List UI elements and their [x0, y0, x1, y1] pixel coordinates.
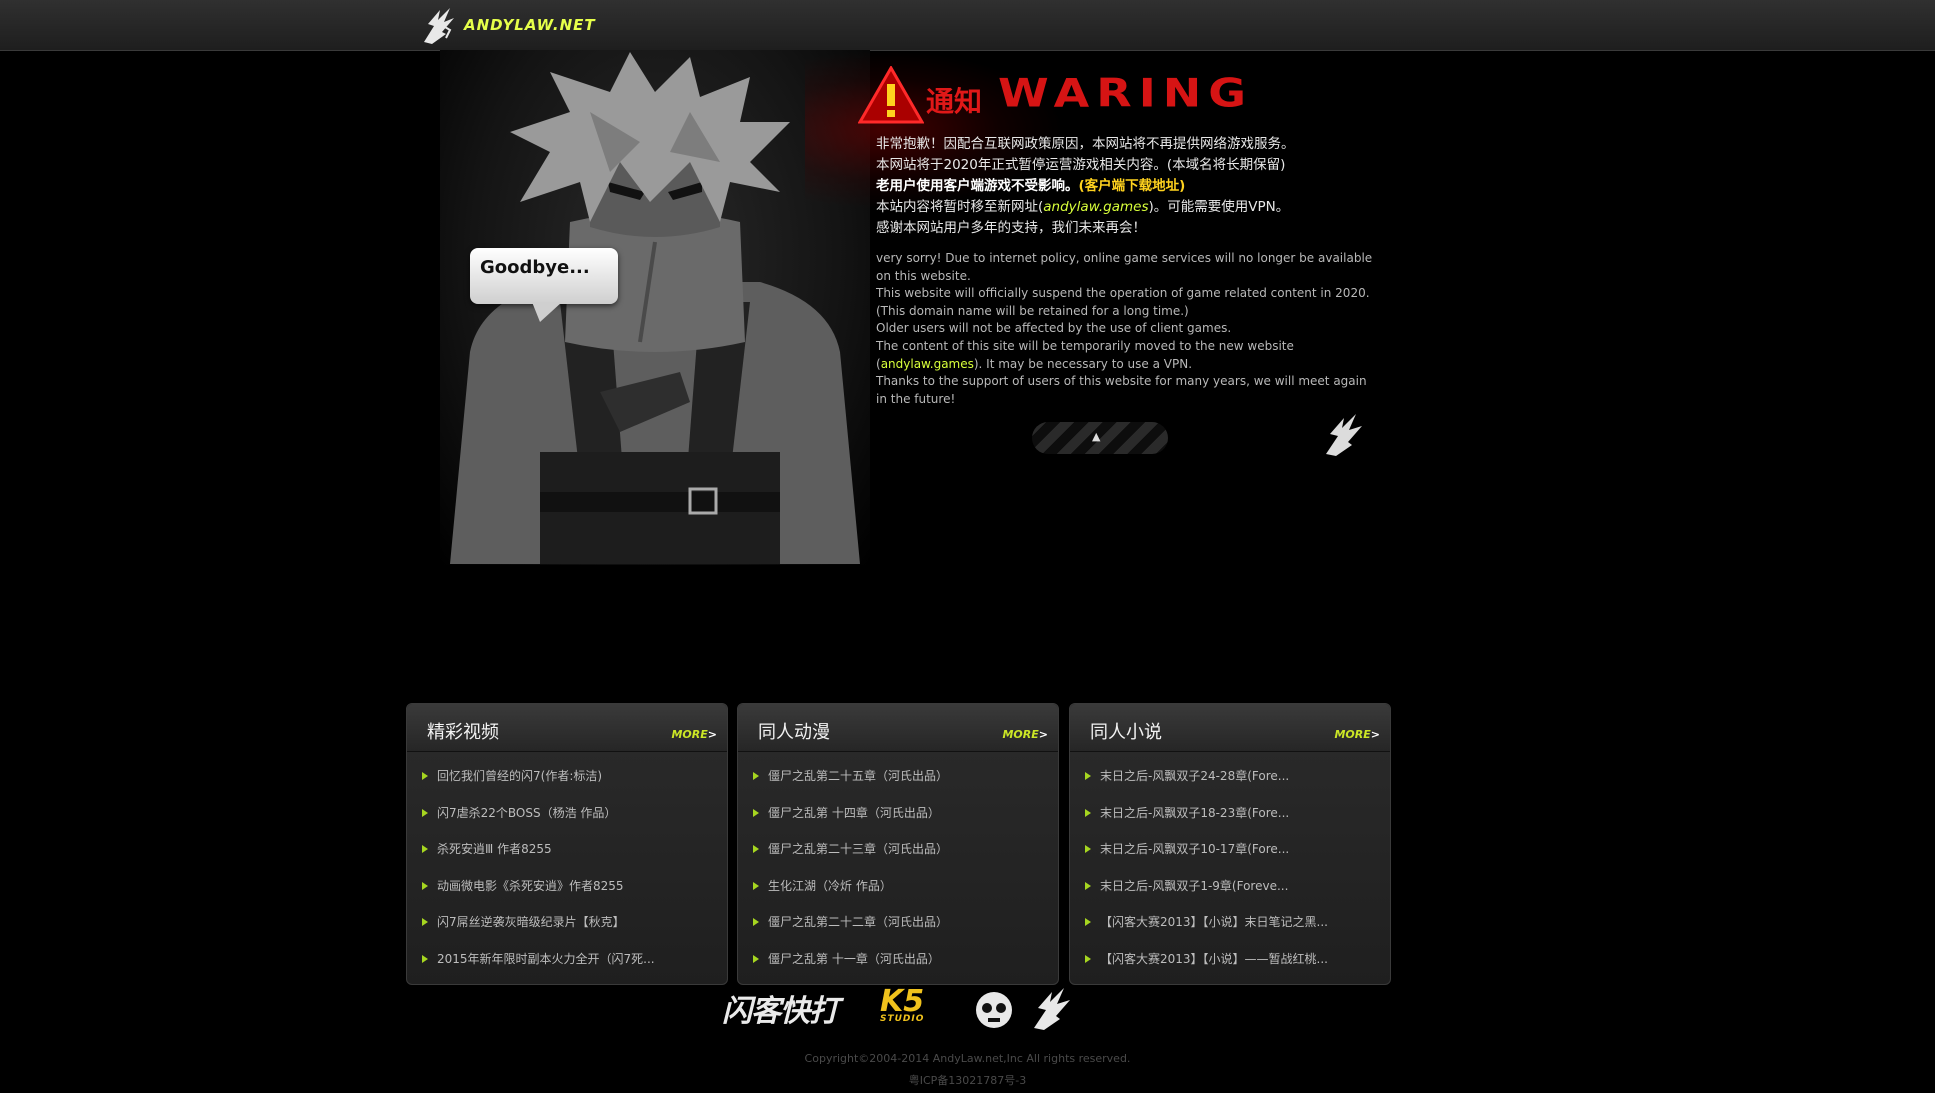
andylaw-mascot-icon [1326, 414, 1362, 456]
list-item[interactable]: 闪7虐杀22个BOSS（杨浩 作品） [407, 795, 727, 832]
top-bar: ANDYLAW.NET [0, 0, 1935, 51]
andylaw-logo-icon [424, 8, 454, 44]
cn-line: 老用户使用客户端游戏不受影响。(客户端下载地址) [876, 176, 1376, 197]
more-arrow-icon: > [707, 728, 717, 741]
panel-comics: 同人动漫 MORE> 僵尸之乱第二十五章（河氏出品） 僵尸之乱第 十四章（河氏出… [737, 703, 1059, 985]
list-item[interactable]: 僵尸之乱第二十二章（河氏出品） [738, 904, 1058, 941]
panel-header: 同人小说 MORE> [1070, 704, 1390, 752]
en-line: This website will officially suspend the… [876, 286, 1370, 301]
up-arrow-icon: ▲ [1092, 430, 1101, 443]
copyright-text: Copyright©2004-2014 AndyLaw.net,Inc All … [804, 1052, 1131, 1065]
more-arrow-icon: > [1038, 728, 1048, 741]
more-text: MORE [1002, 728, 1039, 741]
more-link[interactable]: MORE> [1334, 728, 1380, 741]
list-item[interactable]: 僵尸之乱第二十五章（河氏出品） [738, 758, 1058, 795]
notice-text-en: very sorry! Due to internet policy, onli… [876, 250, 1376, 408]
list-item[interactable]: 杀死安逍Ⅲ 作者8255 [407, 831, 727, 868]
new-site-link-en[interactable]: andylaw.games [881, 357, 974, 371]
en-line: very sorry! Due to internet policy, onli… [876, 251, 1373, 283]
video-list: 回忆我们曾经的闪7(作者:标洁) 闪7虐杀22个BOSS（杨浩 作品） 杀死安逍… [407, 758, 727, 977]
cn-line: 本网站将于2020年正式暂停运营游戏相关内容。(本域名将长期保留) [876, 157, 1286, 173]
panel-title: 同人动漫 [758, 722, 830, 743]
comic-list: 僵尸之乱第二十五章（河氏出品） 僵尸之乱第 十四章（河氏出品） 僵尸之乱第二十三… [738, 758, 1058, 977]
list-item[interactable]: 僵尸之乱第二十三章（河氏出品） [738, 831, 1058, 868]
panel-header: 精彩视频 MORE> [407, 704, 727, 752]
partner-logos: 闪客快打 K5 STUDIO [720, 982, 1090, 1032]
list-item[interactable]: 末日之后-风飘双子18-23章(Fore... [1070, 795, 1390, 832]
more-arrow-icon: > [1370, 728, 1380, 741]
panel-title: 同人小说 [1090, 722, 1162, 743]
panel-header: 同人动漫 MORE> [738, 704, 1058, 752]
icp-text[interactable]: 粤ICP备13021787号-3 [0, 1072, 1935, 1088]
more-text: MORE [1334, 728, 1371, 741]
list-item[interactable]: 末日之后-风飘双子24-28章(Fore... [1070, 758, 1390, 795]
en-line: (This domain name will be retained for a… [876, 303, 1189, 318]
list-item[interactable]: 【闪客大赛2013】【小说】末日笔记之黑... [1070, 904, 1390, 941]
speech-bubble: Goodbye... [470, 248, 618, 322]
panel-videos: 精彩视频 MORE> 回忆我们曾经的闪7(作者:标洁) 闪7虐杀22个BOSS（… [406, 703, 728, 985]
k5-studio-logo[interactable]: K5 STUDIO [880, 984, 924, 1024]
en-line: Older users will not be affected by the … [876, 321, 1232, 336]
en-line: Thanks to the support of users of this w… [876, 374, 1367, 406]
cn-line: 非常抱歉！因配合互联网政策原因，本网站将不再提供网络游戏服务。 [876, 136, 1295, 152]
list-item[interactable]: 僵尸之乱第 十四章（河氏出品） [738, 795, 1058, 832]
client-users-text: 老用户使用客户端游戏不受影响。 [876, 178, 1079, 194]
list-item[interactable]: 【闪客大赛2013】【小说】——暂战红桃... [1070, 941, 1390, 978]
list-item[interactable]: 回忆我们曾经的闪7(作者:标洁) [407, 758, 727, 795]
skull-icon[interactable] [974, 990, 1014, 1030]
notice-heading-cn: 通知 [926, 85, 983, 118]
list-item[interactable]: 2015年新年限时副本火力全开（闪7死... [407, 941, 727, 978]
andylaw-footer-icon[interactable] [1030, 984, 1076, 1032]
bubble-text: Goodbye... [480, 257, 590, 278]
more-text: MORE [671, 728, 708, 741]
cn-line: 感谢本网站用户多年的支持，我们未来再会！ [876, 220, 1146, 236]
more-link[interactable]: MORE> [1002, 728, 1048, 741]
novel-list: 末日之后-风飘双子24-28章(Fore... 末日之后-风飘双子18-23章(… [1070, 758, 1390, 977]
cn-line: 本站内容将暂时移至新网址(andylaw.games)。可能需要使用VPN。 [876, 197, 1376, 218]
cn-text: 本站内容将暂时移至新网址( [876, 199, 1044, 215]
client-download-link[interactable]: (客户端下载地址) [1079, 178, 1186, 194]
list-item[interactable]: 僵尸之乱第 十一章（河氏出品） [738, 941, 1058, 978]
list-item[interactable]: 动画微电影《杀死安逍》作者8255 [407, 868, 727, 905]
list-item[interactable]: 末日之后-风飘双子1-9章(Foreve... [1070, 868, 1390, 905]
warning-icon [858, 66, 924, 124]
k5-sub-text: STUDIO [880, 1014, 925, 1024]
flash-brand-logo[interactable]: 闪客快打 [722, 986, 839, 1030]
bubble-tail [532, 302, 562, 322]
logo-text: ANDYLAW.NET [464, 16, 596, 34]
scroll-toggle-button[interactable]: ▲ [1032, 422, 1168, 454]
new-site-link-cn[interactable]: andylaw.games [1043, 199, 1148, 215]
en-line: The content of this site will be tempora… [876, 338, 1376, 373]
en-text: ). It may be necessary to use a VPN. [973, 356, 1193, 371]
panel-title: 精彩视频 [427, 722, 499, 743]
list-item[interactable]: 末日之后-风飘双子10-17章(Fore... [1070, 831, 1390, 868]
notice-text-cn: 非常抱歉！因配合互联网政策原因，本网站将不再提供网络游戏服务。 本网站将于202… [876, 134, 1376, 239]
waring-heading: WARING [998, 70, 1254, 116]
cn-text: )。可能需要使用VPN。 [1148, 199, 1290, 215]
list-item[interactable]: 闪7屌丝逆袭灰暗级纪录片【秋克】 [407, 904, 727, 941]
more-link[interactable]: MORE> [671, 728, 717, 741]
site-logo[interactable]: ANDYLAW.NET [420, 4, 596, 46]
list-item[interactable]: 生化江湖（冷炘 作品） [738, 868, 1058, 905]
panel-novels: 同人小说 MORE> 末日之后-风飘双子24-28章(Fore... 末日之后-… [1069, 703, 1391, 985]
